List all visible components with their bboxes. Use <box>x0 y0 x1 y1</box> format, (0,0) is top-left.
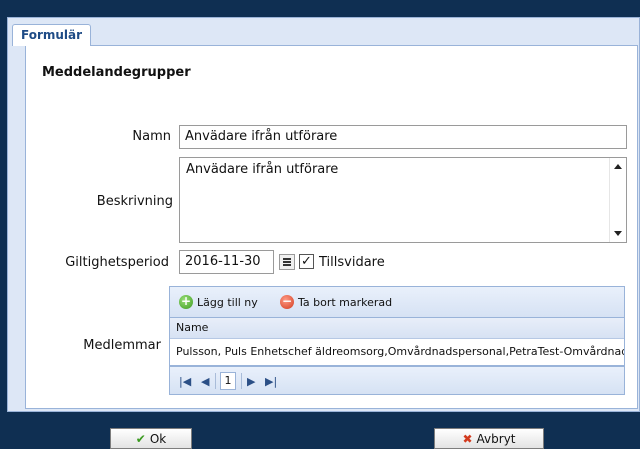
remove-selected-label: Ta bort markerad <box>298 295 393 309</box>
tillsvidare-label: Tillsvidare <box>319 255 385 270</box>
tab-formular[interactable]: Formulär <box>12 24 92 46</box>
date-input[interactable]: 2016-11-30 <box>179 250 274 274</box>
add-icon: + <box>179 294 193 309</box>
last-page-icon[interactable]: ▶| <box>265 375 277 388</box>
ok-check-icon: ✔ <box>135 431 146 446</box>
giltighet-label: Giltighetsperiod <box>65 255 169 270</box>
calendar-icon <box>283 258 291 266</box>
scroll-up-icon[interactable] <box>614 164 622 169</box>
namn-input[interactable]: Anvädare ifrån utförare <box>179 125 627 149</box>
cancel-button[interactable]: ✖ Avbryt <box>434 428 544 449</box>
cancel-x-icon: ✖ <box>462 431 473 446</box>
namn-label: Namn <box>132 129 171 144</box>
beskrivning-text: Anvädare ifrån utförare <box>186 162 339 177</box>
add-new-label: Lägg till ny <box>197 295 258 309</box>
form-panel: Meddelandegrupper Namn Anvädare ifrån ut… <box>25 45 638 409</box>
pager-separator <box>241 373 242 389</box>
column-header-name[interactable]: Name <box>170 318 624 339</box>
cancel-label: Avbryt <box>476 431 516 446</box>
calendar-button[interactable] <box>279 254 295 270</box>
section-title: Meddelandegrupper <box>42 65 191 80</box>
form-window: Formulär Meddelandegrupper Namn Anvädare… <box>7 17 640 412</box>
ok-label: Ok <box>149 431 167 446</box>
table-row[interactable]: Pulsson, Puls Enhetschef äldreomsorg,Omv… <box>170 339 624 365</box>
scroll-down-icon[interactable] <box>614 231 622 236</box>
remove-selected-button[interactable]: − Ta bort markerad <box>280 294 393 309</box>
tillsvidare-checkbox[interactable]: ✓ <box>299 254 314 269</box>
textarea-scrollbar[interactable] <box>609 158 626 242</box>
grid-toolbar: + Lägg till ny − Ta bort markerad <box>170 287 624 318</box>
pager-separator <box>215 373 216 389</box>
grid-pager: |◀ ◀ 1 ▶ ▶| <box>169 366 625 395</box>
prev-page-icon[interactable]: ◀ <box>201 375 209 388</box>
members-grid: + Lägg till ny − Ta bort markerad Name P… <box>169 286 625 366</box>
medlemmar-label: Medlemmar <box>83 338 161 353</box>
checkmark-icon: ✓ <box>301 254 312 269</box>
add-new-button[interactable]: + Lägg till ny <box>179 294 258 309</box>
page-number[interactable]: 1 <box>220 372 236 390</box>
ok-button[interactable]: ✔ Ok <box>110 428 192 449</box>
beskrivning-label: Beskrivning <box>96 194 173 209</box>
next-page-icon[interactable]: ▶ <box>247 375 255 388</box>
first-page-icon[interactable]: |◀ <box>179 375 191 388</box>
remove-icon: − <box>280 294 294 309</box>
beskrivning-textarea[interactable]: Anvädare ifrån utförare <box>179 157 627 243</box>
